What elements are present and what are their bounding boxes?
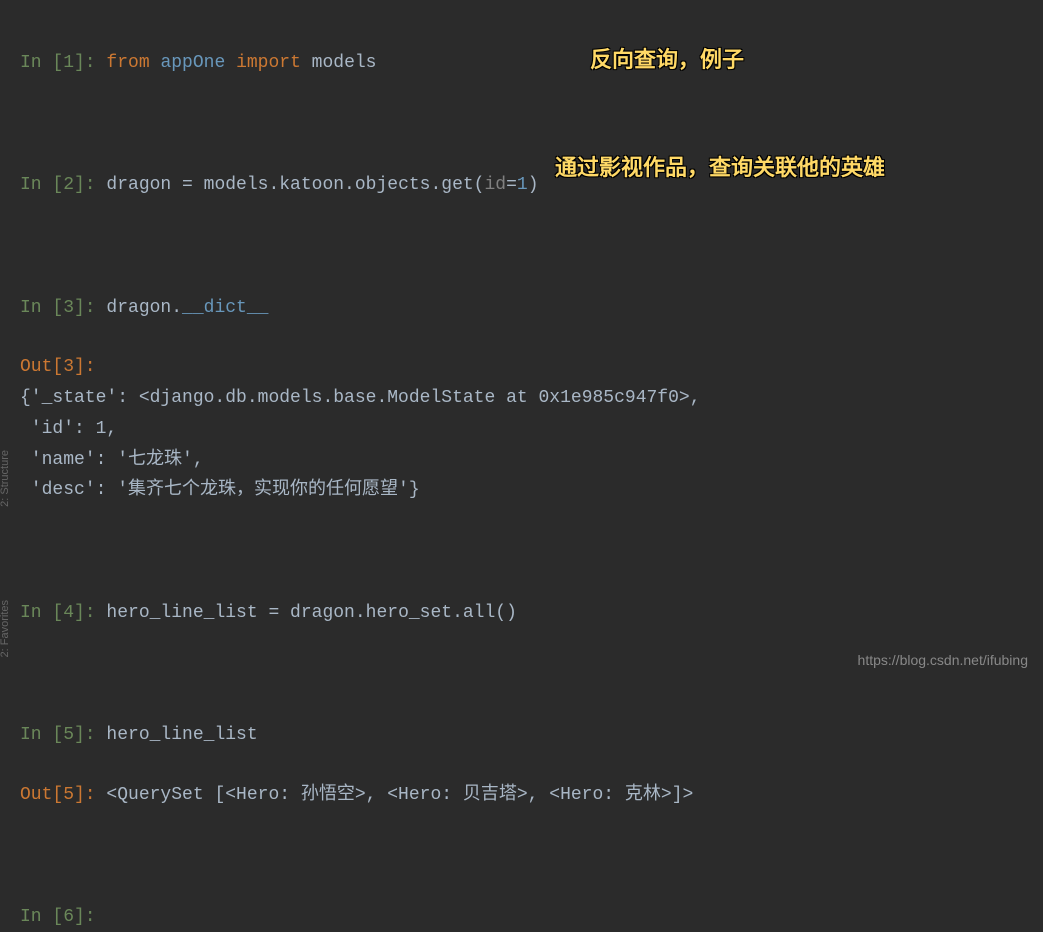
prompt-in: In [2]: [20,175,106,195]
prompt-in: In [3]: [20,298,106,318]
cell-in-1: In [1]: from appOne import models [20,20,1033,78]
out3-line2: 'id': 1, [20,415,1033,444]
cell-in-4: In [4]: hero_line_list = dragon.hero_set… [20,570,1033,628]
keyword-import: import [236,53,301,73]
dunder-dict: __dict__ [182,298,268,318]
sidebar-tab-favorites[interactable]: 2: Favorites [0,600,15,657]
number-literal: 1 [517,175,528,195]
prompt-in: In [6]: [20,907,106,927]
blank-line [20,828,1033,857]
code-text: dragon. [106,298,182,318]
cell-in-6[interactable]: In [6]: [20,874,1033,932]
cell-in-3: In [3]: dragon.__dict__ [20,265,1033,323]
blank-line [20,218,1033,247]
blank-line [20,523,1033,552]
import-target: models [301,53,377,73]
watermark: https://blog.csdn.net/ifubing [858,649,1028,671]
close-paren: ) [528,175,539,195]
out3-line4: 'desc': '集齐七个龙珠，实现你的任何愿望'} [20,476,1033,505]
blank-line [20,96,1033,125]
prompt-in: In [4]: [20,603,106,623]
cell-out-3-prompt: Out[3]: [20,324,1033,382]
out3-line3: 'name': '七龙珠', [20,446,1033,475]
param-name: id [484,175,506,195]
out3-line1: {'_state': <django.db.models.base.ModelS… [20,384,1033,413]
cell-out-5: Out[5]: <QuerySet [<Hero: 孙悟空>, <Hero: 贝… [20,752,1033,810]
eq: = [506,175,517,195]
prompt-in: In [1]: [20,53,106,73]
module-name: appOne [150,53,236,73]
prompt-out: Out[3]: [20,357,96,377]
code-text: dragon = models.katoon.objects.get( [106,175,484,195]
code-text: hero_line_list [106,725,257,745]
prompt-in: In [5]: [20,725,106,745]
code-text: hero_line_list = dragon.hero_set.all() [106,603,516,623]
prompt-out: Out[5]: [20,785,106,805]
out5-value: <QuerySet [<Hero: 孙悟空>, <Hero: 贝吉塔>, <He… [106,785,693,805]
annotation-2: 通过影视作品，查询关联他的英雄 [555,150,885,185]
keyword-from: from [106,53,149,73]
cell-in-5: In [5]: hero_line_list [20,692,1033,750]
annotation-1: 反向查询，例子 [590,42,744,77]
sidebar-tab-structure[interactable]: 2: Structure [0,450,15,507]
